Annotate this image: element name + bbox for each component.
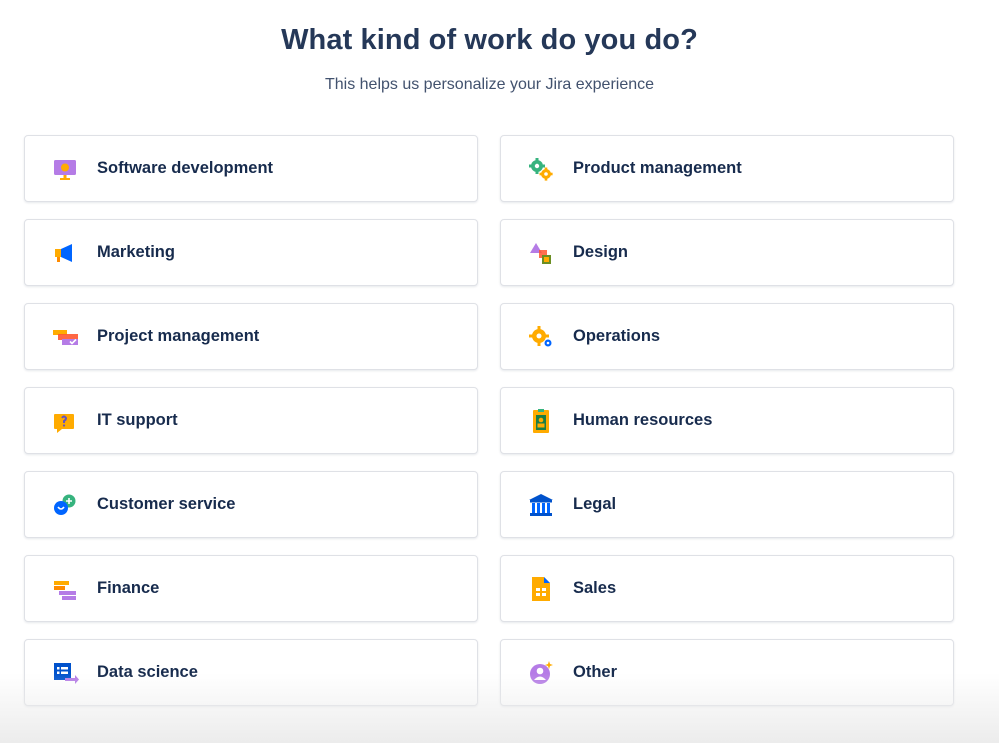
badge-icon [527,407,555,435]
option-data-science[interactable]: Data science [24,639,478,706]
option-label: Finance [97,579,160,597]
option-label: Human resources [573,411,713,429]
option-label: Product management [573,159,742,177]
timeline-icon [51,323,79,351]
bars-icon [51,575,79,603]
option-other[interactable]: Other [500,639,954,706]
option-software-development[interactable]: Software development [24,135,478,202]
option-label: Operations [573,327,661,345]
shapes-icon [527,239,555,267]
question-bubble-icon [51,407,79,435]
courthouse-icon [527,491,555,519]
cog-icon [527,323,555,351]
option-label: Data science [97,663,198,681]
option-label: Project management [97,327,260,345]
monitor-icon [51,155,79,183]
option-design[interactable]: Design [500,219,954,286]
option-customer-service[interactable]: Customer service [24,471,478,538]
option-product-management[interactable]: Product management [500,135,954,202]
gears-icon [527,155,555,183]
option-label: Sales [573,579,617,597]
option-project-management[interactable]: Project management [24,303,478,370]
megaphone-icon [51,239,79,267]
option-label: Customer service [97,495,236,513]
option-label: Marketing [97,243,175,261]
data-window-icon [51,659,79,687]
option-finance[interactable]: Finance [24,555,478,622]
option-operations[interactable]: Operations [500,303,954,370]
work-type-options: Software development Product management … [24,135,954,706]
option-it-support[interactable]: IT support [24,387,478,454]
option-label: Other [573,663,618,681]
option-marketing[interactable]: Marketing [24,219,478,286]
page-title: What kind of work do you do? [281,24,698,56]
option-sales[interactable]: Sales [500,555,954,622]
page-subtitle: This helps us personalize your Jira expe… [324,76,655,93]
document-icon [527,575,555,603]
option-label: Design [573,243,629,261]
option-human-resources[interactable]: Human resources [500,387,954,454]
chat-bubbles-icon [51,491,79,519]
person-sparkle-icon [527,659,555,687]
option-label: IT support [97,411,178,429]
option-legal[interactable]: Legal [500,471,954,538]
option-label: Software development [97,159,274,177]
option-label: Legal [573,495,617,513]
